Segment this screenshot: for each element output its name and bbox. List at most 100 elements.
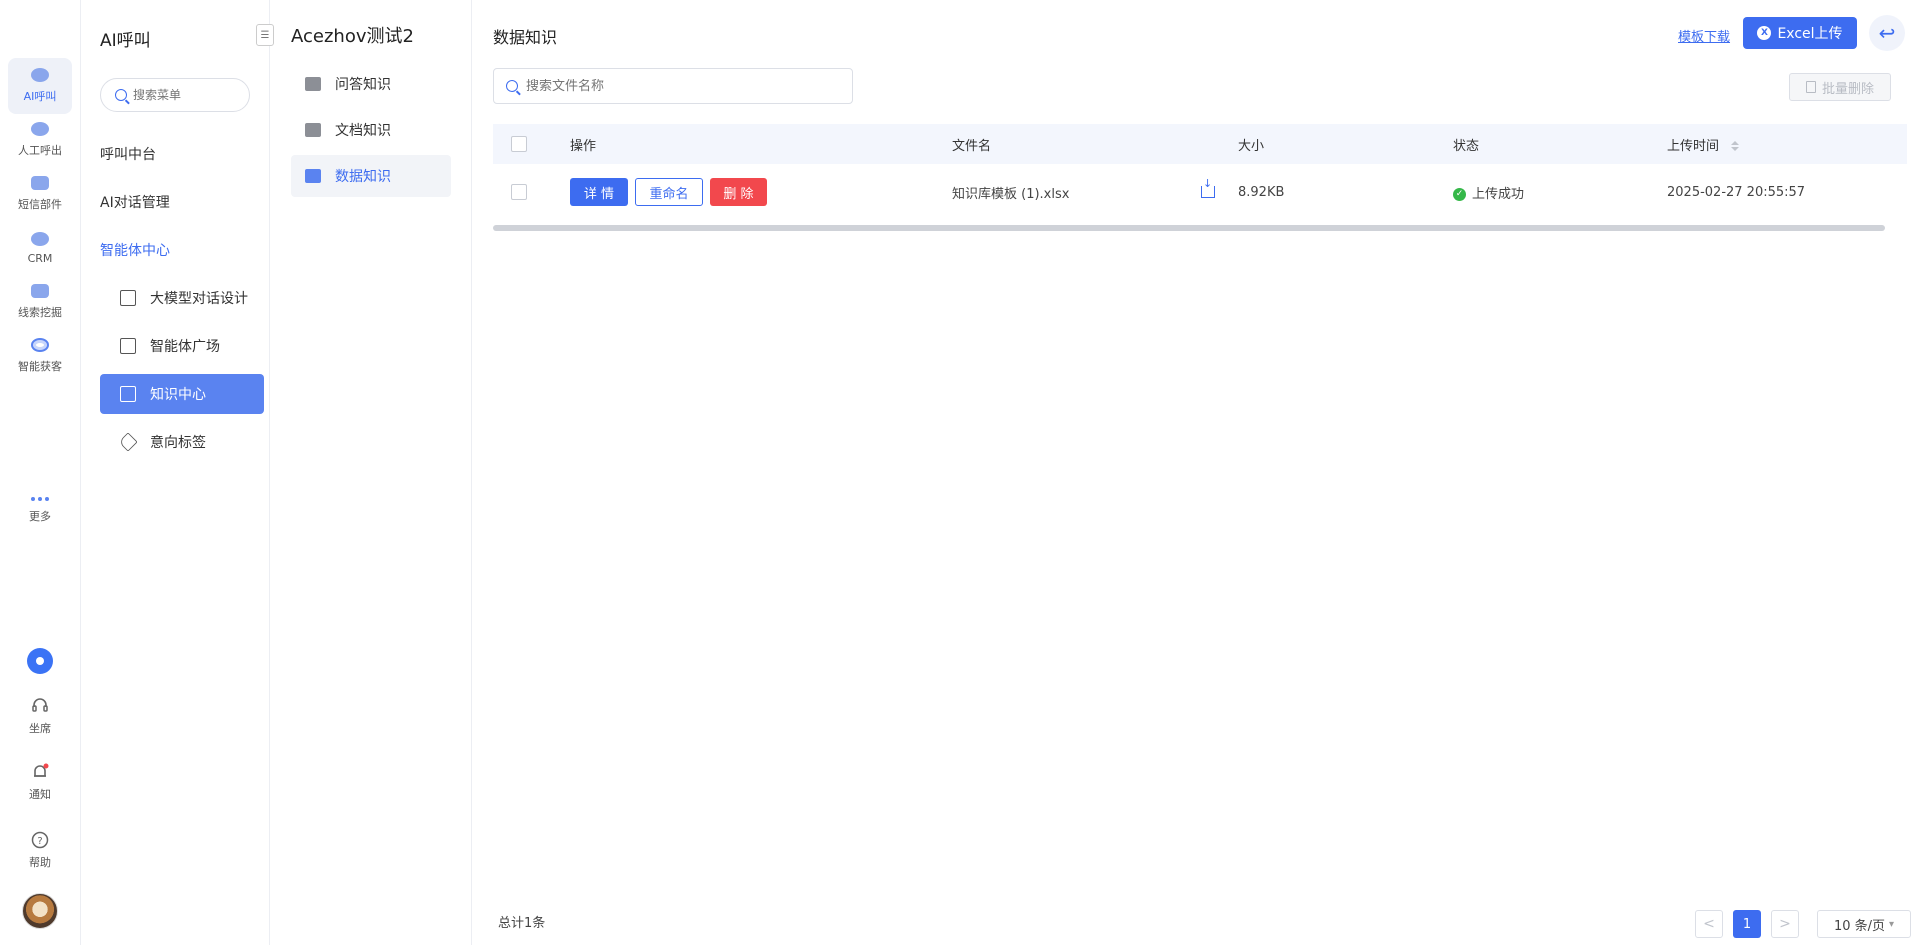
headset-icon (32, 698, 48, 712)
rail-label: 通知 (29, 788, 51, 801)
menu-item-intent-tags[interactable]: 意向标签 (100, 422, 264, 462)
rail-item-more[interactable]: 更多 (8, 482, 72, 538)
row-status-label: 上传成功 (1472, 186, 1525, 202)
rail-item-sms[interactable]: 短信部件 (8, 166, 72, 222)
knowledge-base-panel: Acezhov测试2 问答知识 文档知识 数据知识 (271, 0, 472, 945)
search-icon (506, 80, 518, 92)
menu-search-box (100, 78, 250, 112)
row-status: ✓ 上传成功 (1453, 183, 1524, 202)
kb-item-qa[interactable]: 问答知识 (291, 63, 451, 105)
rail-item-acquisition[interactable]: 智能获客 (8, 328, 72, 384)
menu-item-label: 智能体广场 (150, 339, 220, 355)
chat-board-icon (120, 290, 136, 306)
knowledge-base-title: Acezhov测试2 (291, 26, 414, 47)
rail-item-manual-call[interactable]: 人工呼出 (8, 112, 72, 168)
submenu-title: AI呼叫 (100, 31, 151, 51)
main-content: 数据知识 模板下载 X Excel上传 ↩ 批量删除 操作 文件名 大小 状态 (473, 0, 1920, 945)
rail-item-agent[interactable]: 坐席 (8, 696, 72, 736)
menu-item-label: 知识中心 (150, 387, 206, 403)
select-all-checkbox[interactable] (511, 136, 527, 152)
batch-delete-button[interactable]: 批量删除 (1789, 73, 1891, 101)
excel-upload-label: Excel上传 (1777, 26, 1843, 42)
file-table: 操作 文件名 大小 状态 上传时间 详 情 重命名 删 除 知识库模板 (1).… (493, 124, 1907, 231)
book-icon (120, 386, 136, 402)
kb-item-data[interactable]: 数据知识 (291, 155, 451, 197)
chevron-down-icon: ▾ (1889, 918, 1895, 930)
template-download-link[interactable]: 模板下载 (1678, 26, 1730, 45)
rail-item-ai-call[interactable]: AI呼叫 (8, 58, 72, 114)
user-avatar[interactable] (8, 893, 72, 929)
avatar (22, 893, 58, 929)
delete-button[interactable]: 删 除 (710, 178, 767, 206)
file-search-box (493, 68, 853, 104)
rail-item-notify[interactable]: 通知 (8, 762, 72, 802)
rail-label: 线索挖掘 (18, 306, 62, 319)
page-size-label: 10 条/页 (1833, 918, 1886, 934)
pagination: < 1 > 10 条/页 ▾ (1695, 910, 1911, 938)
rail-label: CRM (27, 251, 53, 265)
col-status: 状态 (1453, 138, 1480, 154)
database-icon (305, 169, 321, 183)
menu-item-label: 大模型对话设计 (150, 291, 248, 307)
row-upload-time: 2025-02-27 20:55:57 (1667, 184, 1806, 200)
success-check-icon: ✓ (1453, 187, 1466, 201)
row-filename: 知识库模板 (1).xlsx (952, 186, 1070, 202)
menu-item-agent-plaza[interactable]: 智能体广场 (100, 326, 264, 366)
phone-icon (31, 122, 49, 136)
rail-label: 坐席 (29, 722, 51, 735)
icon-rail: AI呼叫 人工呼出 短信部件 CRM 线索挖掘 智能获客 更多 坐席 通知 ? … (0, 0, 81, 945)
document-icon (31, 284, 49, 298)
rail-label: 帮助 (29, 856, 51, 869)
folder-icon (305, 123, 321, 137)
help-icon: ? (31, 831, 49, 849)
crm-icon (31, 231, 49, 246)
col-upload-time-label: 上传时间 (1667, 138, 1720, 154)
page-number-current[interactable]: 1 (1733, 910, 1761, 938)
file-search-input[interactable] (526, 78, 826, 94)
app-root: AI呼叫 人工呼出 短信部件 CRM 线索挖掘 智能获客 更多 坐席 通知 ? … (0, 0, 1920, 945)
col-upload-time[interactable]: 上传时间 (1667, 135, 1740, 154)
menu-group-ai-dialog[interactable]: AI对话管理 (100, 192, 170, 212)
prev-page-button[interactable]: < (1695, 910, 1723, 938)
rail-item-help[interactable]: ? 帮助 (8, 830, 72, 870)
row-actions: 详 情 重命名 删 除 (570, 178, 767, 206)
download-icon[interactable] (1201, 177, 1215, 198)
inbox-icon (120, 338, 136, 354)
kb-item-label: 问答知识 (335, 77, 391, 93)
rail-item-leads[interactable]: 线索挖掘 (8, 274, 72, 330)
svg-text:?: ? (37, 836, 42, 847)
detail-button[interactable]: 详 情 (570, 178, 628, 206)
kb-item-docs[interactable]: 文档知识 (291, 109, 451, 151)
menu-group-call-center[interactable]: 呼叫中台 (100, 144, 156, 164)
row-checkbox[interactable] (511, 184, 527, 200)
question-icon (305, 77, 321, 91)
rename-button[interactable]: 重命名 (635, 178, 703, 206)
menu-item-label: 意向标签 (150, 435, 206, 451)
menu-item-llm-dialog-design[interactable]: 大模型对话设计 (100, 278, 264, 318)
table-header: 操作 文件名 大小 状态 上传时间 (493, 124, 1907, 164)
rail-label: AI呼叫 (23, 90, 57, 103)
excel-upload-button[interactable]: X Excel上传 (1743, 17, 1857, 49)
menu-group-agent-center[interactable]: 智能体中心 (100, 240, 170, 260)
more-dots-icon (29, 496, 51, 502)
rail-label: 智能获客 (18, 360, 62, 373)
kb-item-label: 数据知识 (335, 169, 391, 185)
back-button[interactable]: ↩ (1869, 15, 1905, 51)
tag-icon (118, 432, 138, 452)
batch-delete-label: 批量删除 (1821, 81, 1874, 97)
col-size: 大小 (1238, 138, 1265, 154)
back-arrow-icon: ↩ (1878, 21, 1896, 45)
horizontal-scrollbar[interactable] (493, 225, 1885, 231)
page-size-select[interactable]: 10 条/页 ▾ (1817, 910, 1911, 938)
menu-search-input[interactable] (133, 88, 233, 102)
bell-icon (34, 763, 49, 777)
menu-item-knowledge-center[interactable]: 知识中心 (100, 374, 264, 414)
next-page-button[interactable]: > (1771, 910, 1799, 938)
page-title: 数据知识 (493, 28, 558, 47)
col-filename: 文件名 (952, 138, 992, 154)
rail-item-crm[interactable]: CRM (8, 220, 72, 276)
brand-circle-button[interactable] (8, 648, 72, 674)
sort-icon[interactable] (1731, 141, 1740, 151)
col-action: 操作 (570, 138, 597, 154)
row-size: 8.92KB (1238, 184, 1285, 200)
